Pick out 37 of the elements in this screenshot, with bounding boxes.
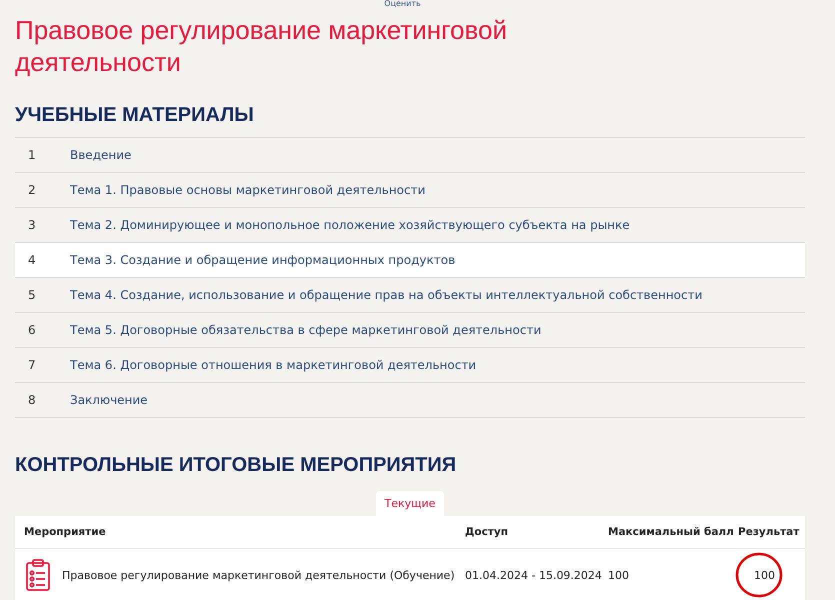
material-link[interactable]: Тема 5. Договорные обязательства в сфере маркетинговой деятельности — [70, 323, 542, 337]
material-link[interactable]: Тема 3. Создание и обращение информационных продуктов — [70, 253, 456, 267]
column-header: Доступ — [465, 526, 509, 538]
row-number: 1 — [27, 148, 37, 162]
material-link[interactable]: Введение — [70, 148, 132, 162]
access-dates: 01.04.2024 - 15.09.2024 — [465, 568, 603, 582]
row-number: 3 — [27, 218, 37, 232]
row-number: 4 — [27, 253, 37, 267]
material-link[interactable]: Заключение — [70, 393, 148, 407]
column-header: Мероприятие — [23, 526, 107, 538]
page-title: Правовое регулирование маркетинговой деятельности — [15, 14, 508, 78]
row-number: 5 — [27, 288, 37, 302]
material-link[interactable]: Тема 6. Договорные отношения в маркетинговой деятельности — [70, 358, 476, 372]
event-name: Правовое регулирование маркетинговой деятельности (Обучение) — [62, 568, 455, 582]
material-link[interactable]: Тема 4. Создание, использование и обращение прав на объекты интеллектуальной собственности — [70, 288, 702, 302]
row-number: 6 — [27, 323, 37, 337]
section-heading: УЧЕБНЫЕ МАТЕРИАЛЫ — [15, 104, 255, 127]
result-score: 100 — [753, 568, 775, 582]
material-row[interactable]: 5 Тема 4. Создание, использование и обращение прав на объекты интеллектуальной собственности — [15, 278, 805, 313]
material-link[interactable]: Тема 1. Правовые основы маркетинговой деятельности — [70, 183, 426, 197]
material-row[interactable]: 7 Тема 6. Договорные отношения в маркетинговой деятельности — [15, 348, 805, 383]
material-row[interactable]: 8 Заключение — [15, 383, 805, 418]
rate-link[interactable]: Оценить — [0, 0, 805, 8]
material-row[interactable]: 1 Введение — [15, 138, 805, 173]
material-row[interactable]: 4 Тема 3. Создание и обращение информационных продуктов — [15, 243, 805, 278]
row-number: 2 — [27, 183, 37, 197]
max-score: 100 — [608, 568, 630, 582]
row-number: 7 — [27, 358, 37, 372]
row-number: 8 — [27, 393, 37, 407]
material-link[interactable]: Тема 2. Доминирующее и монопольное положение хозяйствующего субъекта на рынке — [70, 218, 630, 232]
clipboard-icon — [25, 559, 51, 591]
section-heading: КОНТРОЛЬНЫЕ ИТОГОВЫЕ МЕРОПРИЯТИЯ — [15, 454, 458, 477]
column-header: Максимальный балл — [608, 526, 735, 538]
tab[interactable]: Текущие — [376, 491, 444, 516]
column-header: Результат — [738, 526, 800, 538]
material-row[interactable]: 2 Тема 1. Правовые основы маркетинговой деятельности — [15, 173, 805, 208]
material-row[interactable]: 6 Тема 5. Договорные обязательства в сфере маркетинговой деятельности — [15, 313, 805, 348]
